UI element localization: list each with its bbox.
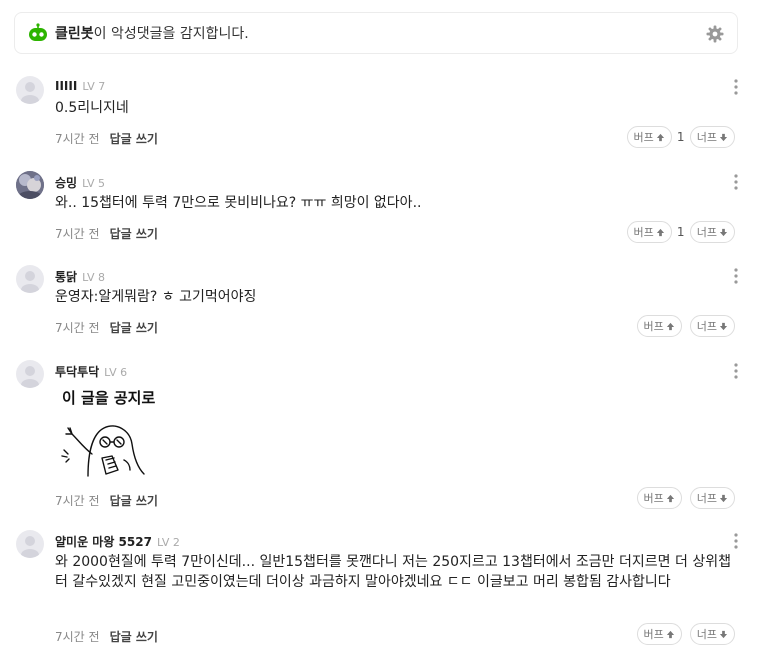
comment-time: 7시간 전 [55, 227, 100, 241]
arrow-down-icon [719, 228, 728, 236]
buff-button[interactable]: 버프 [636, 315, 682, 337]
more-options-icon[interactable] [730, 362, 742, 380]
nerf-label: 너프 [696, 492, 717, 505]
buff-button[interactable]: 버프 [626, 126, 672, 148]
comment-author[interactable]: 얄미운 마왕 5527 LV 2 [55, 533, 180, 550]
nerf-button[interactable]: 너프 [689, 487, 735, 509]
author-name[interactable]: 통닭 [55, 270, 77, 284]
comment-meta: 7시간 전 답글 쓰기 [55, 130, 158, 147]
nerf-label: 너프 [696, 628, 717, 641]
author-level: LV 7 [82, 80, 106, 93]
default-avatar-icon [21, 536, 39, 558]
buff-label: 버프 [643, 492, 664, 505]
comment-time: 7시간 전 [55, 321, 100, 335]
avatar[interactable] [16, 171, 44, 199]
arrow-up-icon [666, 322, 674, 330]
author-name[interactable]: IIIII [55, 79, 77, 93]
comment-author[interactable]: 통닭 LV 8 [55, 268, 105, 285]
cleanbot-name: 클린봇 [55, 26, 94, 42]
vote-controls: 버프 1 너프 [626, 126, 735, 148]
nerf-button[interactable]: 너프 [689, 126, 735, 148]
comment-author[interactable]: IIIII LV 7 [55, 79, 105, 93]
default-avatar-icon [21, 82, 39, 104]
reply-button[interactable]: 답글 쓰기 [110, 494, 158, 508]
arrow-down-icon [719, 494, 728, 502]
author-level: LV 8 [82, 271, 106, 284]
arrow-up-icon [656, 228, 664, 236]
nerf-button[interactable]: 너프 [689, 623, 735, 645]
buff-button[interactable]: 버프 [626, 221, 672, 243]
reply-button[interactable]: 답글 쓰기 [110, 132, 158, 146]
sticker-caption: 이 글을 공지로 [62, 389, 156, 407]
buff-button[interactable]: 버프 [636, 487, 682, 509]
avatar[interactable] [16, 76, 44, 104]
cleanbot-message: 클린봇이 악성댓글을 감지합니다. [55, 23, 249, 43]
comment-text: 와.. 15챕터에 투력 7만으로 못비비나요? ㅠㅠ 희망이 없다아.. [55, 195, 422, 211]
buff-button[interactable]: 버프 [636, 623, 682, 645]
reply-button[interactable]: 답글 쓰기 [110, 321, 158, 335]
vote-controls: 버프 너프 [636, 487, 735, 509]
author-name[interactable]: 얄미운 마왕 5527 [55, 535, 152, 549]
more-options-icon[interactable] [730, 267, 742, 285]
more-options-icon[interactable] [730, 532, 742, 550]
nerf-label: 너프 [696, 131, 717, 144]
arrow-up-icon [666, 494, 674, 502]
sticker-image [61, 425, 145, 477]
comment-meta: 7시간 전 답글 쓰기 [55, 628, 158, 645]
author-level: LV 2 [156, 536, 180, 549]
author-name[interactable]: 승밍 [55, 176, 77, 190]
vote-controls: 버프 1 너프 [626, 221, 735, 243]
comment-author[interactable]: 투닥투닥 LV 6 [55, 363, 127, 380]
author-level: LV 6 [104, 366, 128, 379]
gear-icon[interactable] [705, 24, 725, 44]
buff-label: 버프 [633, 226, 654, 239]
buff-count: 1 [676, 225, 685, 239]
nerf-label: 너프 [696, 226, 717, 239]
default-avatar-icon [21, 366, 39, 388]
buff-label: 버프 [643, 628, 664, 641]
avatar[interactable] [16, 265, 44, 293]
comment-time: 7시간 전 [55, 494, 100, 508]
author-level: LV 5 [82, 177, 106, 190]
comment-meta: 7시간 전 답글 쓰기 [55, 225, 158, 242]
comment-time: 7시간 전 [55, 630, 100, 644]
more-options-icon[interactable] [730, 173, 742, 191]
arrow-up-icon [656, 133, 664, 141]
reply-button[interactable]: 답글 쓰기 [110, 227, 158, 241]
avatar[interactable] [16, 360, 44, 388]
buff-label: 버프 [643, 320, 664, 333]
comment-text: 운영자:알게뭐람? ㅎ 고기먹어야징 [55, 289, 257, 305]
vote-controls: 버프 너프 [636, 623, 735, 645]
cleanbot-message-text: 이 악성댓글을 감지합니다. [93, 26, 249, 42]
comment-time: 7시간 전 [55, 132, 100, 146]
cleanbot-robot-icon [29, 23, 47, 41]
nerf-button[interactable]: 너프 [689, 221, 735, 243]
default-avatar-icon [21, 271, 39, 293]
comment-text: 0.5리니지네 [55, 100, 129, 116]
comment-author[interactable]: 승밍 LV 5 [55, 174, 105, 191]
arrow-down-icon [719, 133, 728, 141]
arrow-down-icon [719, 322, 728, 330]
more-options-icon[interactable] [730, 78, 742, 96]
reply-button[interactable]: 답글 쓰기 [110, 630, 158, 644]
nerf-button[interactable]: 너프 [689, 315, 735, 337]
buff-count: 1 [676, 130, 685, 144]
author-name[interactable]: 투닥투닥 [55, 365, 99, 379]
arrow-up-icon [666, 630, 674, 638]
comment-meta: 7시간 전 답글 쓰기 [55, 492, 158, 509]
vote-controls: 버프 너프 [636, 315, 735, 337]
profile-photo-icon [16, 171, 44, 199]
nerf-label: 너프 [696, 320, 717, 333]
avatar[interactable] [16, 530, 44, 558]
arrow-down-icon [719, 630, 728, 638]
comment-text: 와 2000현질에 투력 7만이신데... 일반15챕터를 못깬다니 저는 25… [55, 554, 731, 590]
cleanbot-banner: 클린봇이 악성댓글을 감지합니다. [14, 12, 738, 54]
buff-label: 버프 [633, 131, 654, 144]
comment-meta: 7시간 전 답글 쓰기 [55, 319, 158, 336]
